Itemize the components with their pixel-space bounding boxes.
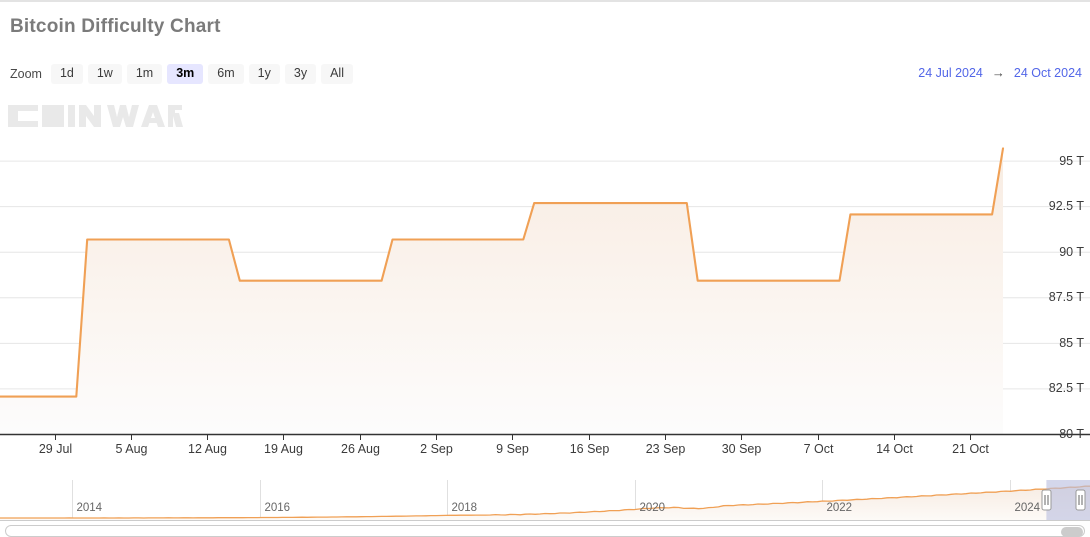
navigator-handle-left xyxy=(1041,489,1052,511)
x-axis-label: 21 Oct xyxy=(952,442,989,456)
x-axis-label: 29 Jul xyxy=(38,442,73,456)
range-button-3m[interactable]: 3m xyxy=(167,64,204,84)
x-axis-label: 9 Sep xyxy=(496,442,529,456)
range-button-6m[interactable]: 6m xyxy=(208,64,244,84)
x-axis-label: 16 Sep xyxy=(569,442,610,456)
x-axis-label: 5 Aug xyxy=(115,442,148,456)
x-axis-label: 14 Oct xyxy=(876,442,913,456)
chart-x-axis-labels: 29 Jul 5 Aug 12 Aug 19 Aug 26 Aug 2 Sep 9 Sep 1… xyxy=(0,442,1090,466)
navigator-scrollbar[interactable] xyxy=(5,525,1085,537)
range-button-all[interactable]: All xyxy=(321,64,353,84)
chart-plot-area[interactable] xyxy=(0,130,1090,440)
x-axis-label: 23 Sep xyxy=(645,442,686,456)
chart-navigator[interactable] xyxy=(0,480,1090,522)
navigator-handle-right xyxy=(1075,489,1086,511)
x-axis-label: 7 Oct xyxy=(803,442,834,456)
date-range: 24 Jul 2024 → 24 Oct 2024 xyxy=(918,65,1082,80)
coinwarz-watermark-logo xyxy=(8,103,183,129)
range-button-3y[interactable]: 3y xyxy=(284,64,317,84)
bitcoin-difficulty-chart-widget: Bitcoin Difficulty Chart Zoom 1d 1w 1m 3… xyxy=(0,0,1090,537)
x-axis-label: 30 Sep xyxy=(721,442,762,456)
date-to-input[interactable]: 24 Oct 2024 xyxy=(1014,66,1082,80)
date-from-input[interactable]: 24 Jul 2024 xyxy=(918,66,983,80)
x-axis-label: 2 Sep xyxy=(420,442,453,456)
x-axis-label: 26 Aug xyxy=(341,442,380,456)
range-button-1w[interactable]: 1w xyxy=(87,64,122,84)
date-range-arrow-icon: → xyxy=(991,65,1005,80)
page-title: Bitcoin Difficulty Chart xyxy=(10,16,221,37)
range-selector-label: Zoom xyxy=(10,67,42,81)
range-selector: Zoom 1d 1w 1m 3m 6m 1y 3y All xyxy=(10,64,358,84)
scrollbar-thumb[interactable] xyxy=(1061,527,1083,537)
range-button-1m[interactable]: 1m xyxy=(126,64,163,84)
chart-area-fill xyxy=(0,148,1003,434)
range-button-1y[interactable]: 1y xyxy=(248,64,280,84)
x-axis-label: 19 Aug xyxy=(264,442,303,456)
x-axis-label: 12 Aug xyxy=(188,442,227,456)
range-button-1d[interactable]: 1d xyxy=(50,64,83,84)
